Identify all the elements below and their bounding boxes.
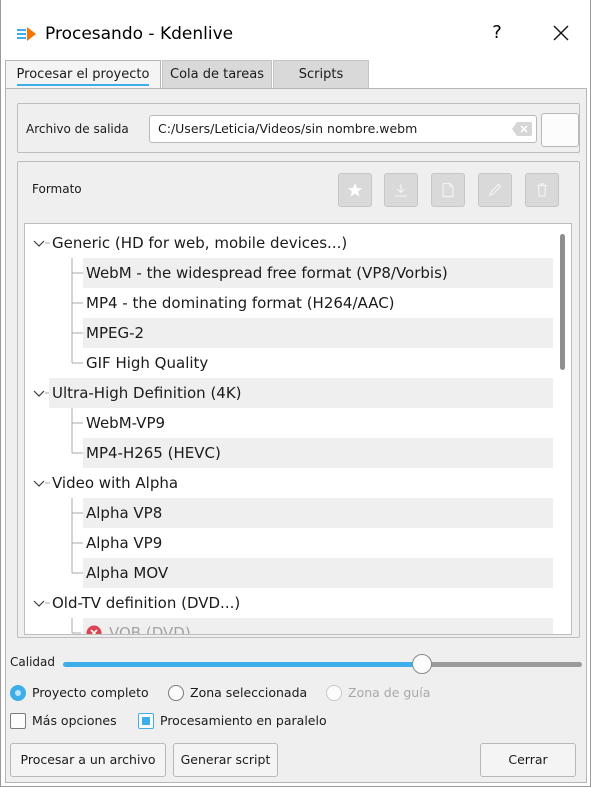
tree-row-label: VOB (DVD) <box>109 624 191 635</box>
download-button[interactable] <box>384 173 418 207</box>
tab-label: Procesar el proyecto <box>16 67 150 86</box>
tree-row-label: Alpha VP9 <box>86 534 163 552</box>
favorite-button[interactable] <box>338 173 372 207</box>
radio-label: Zona seleccionada <box>190 685 308 700</box>
tree-category-row[interactable]: Video with Alpha <box>25 468 553 498</box>
tree-row-label: MP4-H265 (HEVC) <box>86 444 221 462</box>
tab-cola-tareas[interactable]: Cola de tareas <box>162 60 272 88</box>
tab-bar: Procesar el proyecto Cola de tareas Scri… <box>1 60 590 89</box>
tree-row-label: Alpha MOV <box>86 564 169 582</box>
quality-label: Calidad <box>10 655 55 669</box>
checkbox-indicator <box>10 713 26 729</box>
checkbox-label: Procesamiento en paralelo <box>160 713 327 728</box>
kdenlive-app-icon <box>17 27 36 41</box>
error-icon <box>86 625 102 634</box>
tree-row-label: Generic (HD for web, mobile devices...) <box>52 234 348 252</box>
tree-scrollbar[interactable] <box>555 224 571 634</box>
scrollbar-thumb[interactable] <box>560 234 565 370</box>
tree-category-row[interactable]: Old-TV definition (DVD...) <box>25 588 553 618</box>
tree-profile-row[interactable]: Alpha VP9 <box>25 528 553 558</box>
close-icon[interactable] <box>546 18 576 48</box>
format-tree[interactable]: Generic (HD for web, mobile devices...) W… <box>24 223 572 635</box>
quality-slider-track[interactable] <box>426 662 582 667</box>
tree-row-label: WebM - the widespread free format (VP8/V… <box>86 264 448 282</box>
checkbox-indicator <box>138 713 154 729</box>
radio-indicator <box>326 685 342 701</box>
chevron-down-icon[interactable] <box>33 388 45 400</box>
tab-procesar-proyecto[interactable]: Procesar el proyecto <box>5 60 161 89</box>
tree-profile-row[interactable]: VOB (DVD) <box>25 618 553 635</box>
help-button[interactable]: ? <box>487 22 507 43</box>
edit-icon <box>489 183 502 196</box>
tree-row-label: MPEG-2 <box>86 324 145 342</box>
row-highlight <box>83 318 553 348</box>
output-file-input[interactable]: C:/Users/Leticia/Videos/sin nombre.webm <box>149 115 537 143</box>
tree-row-label: Old-TV definition (DVD...) <box>52 594 241 612</box>
tree-category-row[interactable]: Generic (HD for web, mobile devices...) <box>25 228 553 258</box>
tree-category-row[interactable]: Ultra-High Definition (4K) <box>25 378 553 408</box>
output-file-label: Archivo de salida <box>26 122 129 136</box>
download-icon <box>395 184 407 197</box>
format-label: Formato <box>32 182 82 196</box>
output-file-group: Archivo de salida C:/Users/Leticia/Video… <box>17 103 580 153</box>
title-bar: Procesando - Kdenlive ? <box>1 0 590 60</box>
tree-row-label: Alpha VP8 <box>86 504 163 522</box>
quality-slider-handle[interactable] <box>412 654 432 674</box>
tree-profile-row[interactable]: GIF High Quality <box>25 348 553 378</box>
tree-profile-row[interactable]: MP4 - the dominating format (H264/AAC) <box>25 288 553 318</box>
tree-profile-row[interactable]: WebM - the widespread free format (VP8/V… <box>25 258 553 288</box>
chevron-down-icon[interactable] <box>33 238 45 250</box>
tree-row-label: Video with Alpha <box>52 474 179 492</box>
render-to-file-button[interactable]: Procesar a un archivo <box>10 743 166 777</box>
clear-text-icon[interactable] <box>512 122 532 136</box>
radio-indicator <box>168 685 184 701</box>
tab-label: Cola de tareas <box>170 67 264 82</box>
tree-row-label: WebM-VP9 <box>86 414 166 432</box>
quality-slider-fill[interactable] <box>63 662 415 667</box>
tab-label: Scripts <box>298 67 344 82</box>
tree-row-label: MP4 - the dominating format (H264/AAC) <box>86 294 395 312</box>
tree-row-label: Ultra-High Definition (4K) <box>52 384 242 402</box>
tree-profile-row[interactable]: MP4-H265 (HEVC) <box>25 438 553 468</box>
chevron-down-icon[interactable] <box>33 598 45 610</box>
render-dialog: Procesando - Kdenlive ? Procesar el proy… <box>0 0 591 787</box>
star-icon <box>348 183 362 197</box>
tab-scripts[interactable]: Scripts <box>273 60 369 88</box>
checkbox-label: Más opciones <box>32 713 117 728</box>
close-button[interactable]: Cerrar <box>480 743 576 777</box>
tree-profile-row[interactable]: Alpha VP8 <box>25 498 553 528</box>
window-title: Procesando - Kdenlive <box>45 24 234 44</box>
edit-profile-button[interactable] <box>478 173 512 207</box>
browse-button[interactable] <box>541 113 579 147</box>
tree-profile-row[interactable]: MPEG-2 <box>25 318 553 348</box>
radio-label: Proyecto completo <box>32 685 149 700</box>
delete-icon <box>537 183 547 197</box>
new-document-icon <box>442 182 454 198</box>
new-profile-button[interactable] <box>431 173 465 207</box>
format-group: Formato Generic (HD for web, mobile devi… <box>17 161 580 638</box>
chevron-down-icon[interactable] <box>33 478 45 490</box>
tree-profile-row[interactable]: Alpha MOV <box>25 558 553 588</box>
tree-row-label: GIF High Quality <box>86 354 209 372</box>
generate-script-button[interactable]: Generar script <box>173 743 278 777</box>
render-panel: Archivo de salida C:/Users/Leticia/Video… <box>5 88 587 783</box>
radio-indicator <box>10 685 26 701</box>
delete-profile-button[interactable] <box>525 173 559 207</box>
tree-profile-row[interactable]: WebM-VP9 <box>25 408 553 438</box>
radio-label: Zona de guía <box>348 685 431 700</box>
